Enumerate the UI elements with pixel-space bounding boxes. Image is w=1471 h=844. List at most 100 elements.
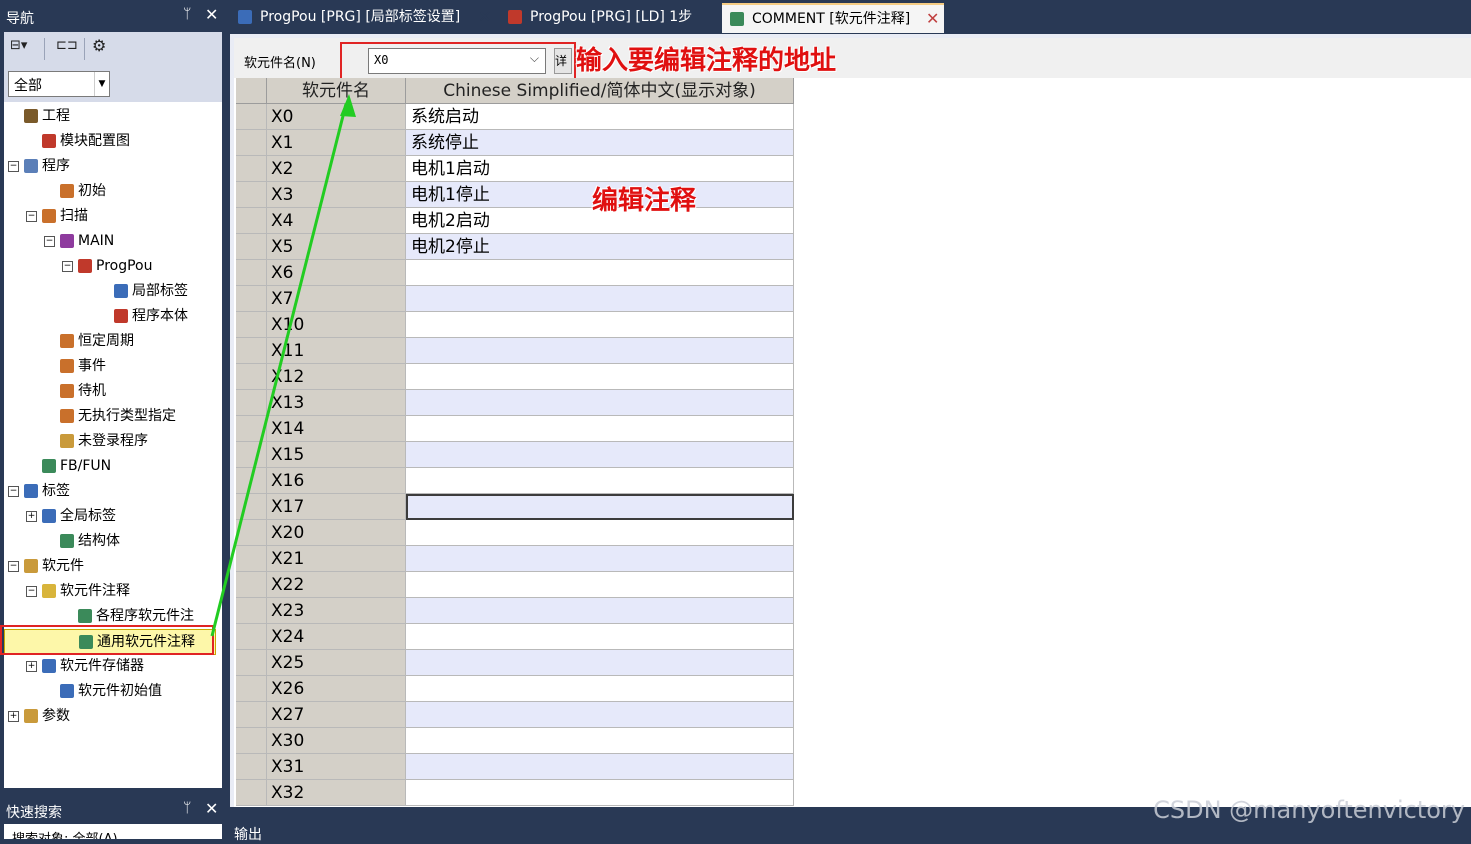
row-selector[interactable] (236, 494, 267, 520)
table-row[interactable]: X23 (236, 598, 794, 624)
comment-cell[interactable]: 系统停止 (406, 130, 794, 156)
table-row[interactable]: X31 (236, 754, 794, 780)
comment-cell[interactable] (406, 468, 794, 494)
table-row[interactable]: X4 电机2启动 (236, 208, 794, 234)
row-selector[interactable] (236, 208, 267, 234)
tree-node[interactable]: 程序本体 (4, 304, 222, 328)
comment-cell[interactable] (406, 598, 794, 624)
tree-node[interactable]: 局部标签 (4, 279, 222, 303)
comment-cell[interactable] (406, 650, 794, 676)
comment-cell[interactable] (406, 442, 794, 468)
table-row[interactable]: X13 (236, 390, 794, 416)
tree-node[interactable]: − 软元件注释 (4, 579, 222, 603)
table-row[interactable]: X15 (236, 442, 794, 468)
comment-cell[interactable] (406, 676, 794, 702)
collapse-icon[interactable]: − (8, 486, 19, 497)
row-selector[interactable] (236, 338, 267, 364)
pin-icon[interactable]: ᛘ (183, 6, 191, 22)
comment-cell[interactable]: 系统启动 (406, 104, 794, 130)
table-row[interactable]: X14 (236, 416, 794, 442)
row-selector[interactable] (236, 416, 267, 442)
comment-cell[interactable] (406, 754, 794, 780)
row-selector[interactable] (236, 676, 267, 702)
comment-cell[interactable] (406, 260, 794, 286)
row-selector[interactable] (236, 702, 267, 728)
tree-node[interactable]: 模块配置图 (4, 129, 222, 153)
tree-node[interactable]: − 标签 (4, 479, 222, 503)
table-row[interactable]: X11 (236, 338, 794, 364)
table-row[interactable]: X17 (236, 494, 794, 520)
table-row[interactable]: X10 (236, 312, 794, 338)
comment-cell[interactable] (406, 390, 794, 416)
close-icon[interactable]: ✕ (926, 5, 939, 33)
table-row[interactable]: X25 (236, 650, 794, 676)
comment-cell[interactable] (406, 624, 794, 650)
device-column-header[interactable]: 软元件名 (267, 78, 406, 104)
chevron-down-icon[interactable]: ▼ (94, 72, 109, 96)
close-icon[interactable]: ✕ (205, 799, 218, 818)
comment-cell[interactable] (406, 494, 794, 520)
close-icon[interactable]: ✕ (205, 5, 218, 24)
comment-cell[interactable] (406, 364, 794, 390)
tree-node[interactable]: 工程 (4, 104, 222, 128)
row-selector[interactable] (236, 286, 267, 312)
tree-node[interactable]: + 全局标签 (4, 504, 222, 528)
row-selector[interactable] (236, 520, 267, 546)
tree-node[interactable]: − MAIN (4, 229, 222, 253)
table-row[interactable]: X22 (236, 572, 794, 598)
comment-column-header[interactable]: Chinese Simplified/简体中文(显示对象) (406, 78, 794, 104)
gear-icon[interactable]: ⚙ (92, 36, 106, 58)
row-selector[interactable] (236, 442, 267, 468)
table-row[interactable]: X30 (236, 728, 794, 754)
expand-icon[interactable]: + (8, 711, 19, 722)
table-row[interactable]: X6 (236, 260, 794, 286)
table-row[interactable]: X1 系统停止 (236, 130, 794, 156)
filter-select[interactable]: 全部 ▼ (8, 71, 110, 97)
comment-cell[interactable] (406, 780, 794, 806)
row-selector[interactable] (236, 156, 267, 182)
collapse-icon[interactable]: − (44, 236, 55, 247)
tab-2[interactable]: ProgPou [PRG] [LD] 1步 (500, 3, 718, 31)
tree-node[interactable]: 初始 (4, 179, 222, 203)
tree-node[interactable]: FB/FUN (4, 454, 222, 478)
tree-node[interactable]: − 扫描 (4, 204, 222, 228)
row-selector[interactable] (236, 598, 267, 624)
search-target-label[interactable]: 搜索对象: 全部(A) (12, 828, 118, 839)
table-row[interactable]: X3 电机1停止 (236, 182, 794, 208)
table-row[interactable]: X12 (236, 364, 794, 390)
row-selector[interactable] (236, 624, 267, 650)
tree-node[interactable]: − ProgPou (4, 254, 222, 278)
row-selector[interactable] (236, 754, 267, 780)
tab-3[interactable]: COMMENT [软元件注释] ✕ (722, 3, 944, 33)
table-row[interactable]: X21 (236, 546, 794, 572)
comment-cell[interactable]: 电机2停止 (406, 234, 794, 260)
expand-icon[interactable]: + (26, 661, 37, 672)
tree-node[interactable]: 事件 (4, 354, 222, 378)
tree-node[interactable]: − 程序 (4, 154, 222, 178)
table-row[interactable]: X32 (236, 780, 794, 806)
pin-icon[interactable]: ᛘ (183, 800, 191, 816)
row-selector[interactable] (236, 468, 267, 494)
comment-cell[interactable] (406, 338, 794, 364)
comment-cell[interactable] (406, 520, 794, 546)
project-tree[interactable]: 工程 模块配置图 − 程序 初始 − 扫描 − MAIN − ProgPou 局部标签 程序本体 恒定周期… (4, 102, 222, 788)
table-row[interactable]: X0 系统启动 (236, 104, 794, 130)
row-selector[interactable] (236, 546, 267, 572)
comment-cell[interactable] (406, 728, 794, 754)
table-row[interactable]: X2 电机1启动 (236, 156, 794, 182)
row-selector[interactable] (236, 182, 267, 208)
row-selector[interactable] (236, 650, 267, 676)
comment-cell[interactable] (406, 416, 794, 442)
table-row[interactable]: X5 电机2停止 (236, 234, 794, 260)
tree-node[interactable]: 软元件初始值 (4, 679, 222, 703)
tab-1[interactable]: ProgPou [PRG] [局部标签设置] ✕ (230, 3, 496, 31)
comment-cell[interactable] (406, 702, 794, 728)
tree-node[interactable]: + 软元件存储器 (4, 654, 222, 678)
collapse-icon[interactable]: − (8, 561, 19, 572)
tree-node[interactable]: 无执行类型指定 (4, 404, 222, 428)
tree-node[interactable]: 待机 (4, 379, 222, 403)
table-row[interactable]: X20 (236, 520, 794, 546)
tree-node[interactable]: + 参数 (4, 704, 222, 728)
tree-display-icon[interactable]: ⊟▾ (10, 38, 27, 60)
collapse-icon[interactable]: − (62, 261, 73, 272)
